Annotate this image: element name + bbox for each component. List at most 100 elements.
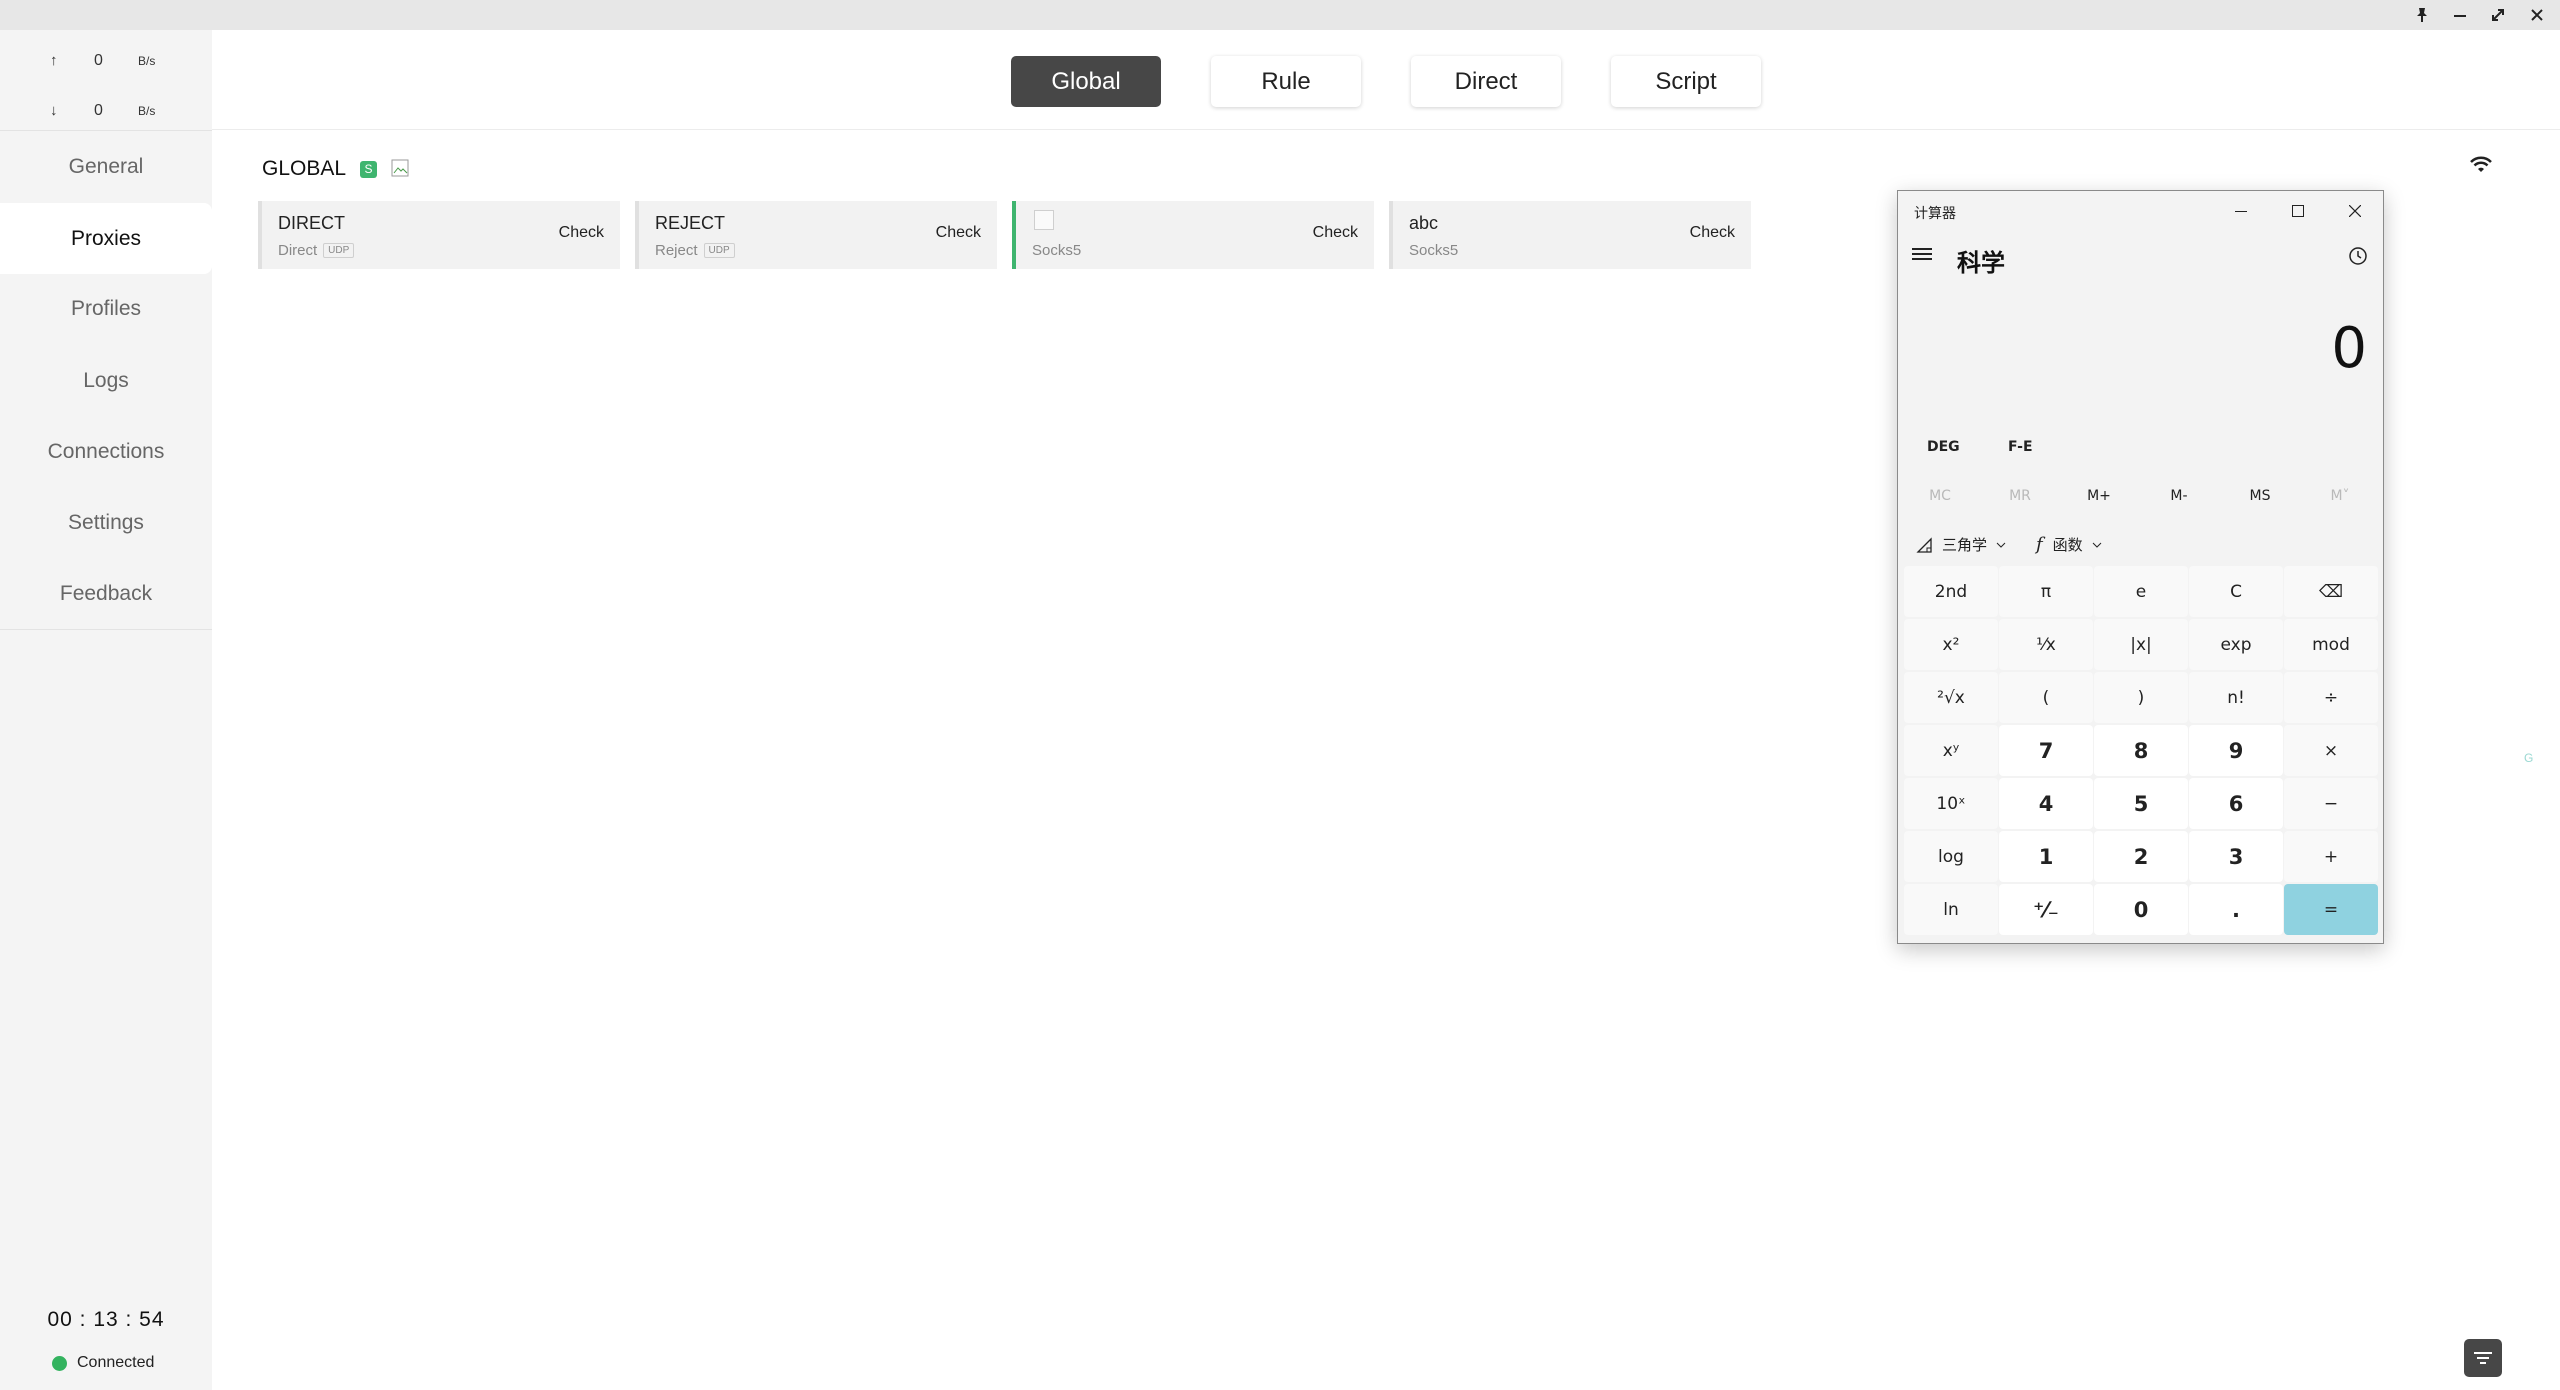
proxy-name: REJECT <box>655 213 726 233</box>
digit-6-button[interactable]: 6 <box>2189 778 2283 829</box>
sidebar-item-profiles[interactable]: Profiles <box>0 273 212 344</box>
filter-icon <box>2474 1352 2492 1364</box>
power-button[interactable]: xʸ <box>1904 725 1998 776</box>
factorial-button[interactable]: n! <box>2189 672 2283 723</box>
proxy-name: abc <box>1409 213 1439 233</box>
absolute-value-button[interactable]: |x| <box>2094 619 2188 670</box>
digit-3-button[interactable]: 3 <box>2189 831 2283 882</box>
second-function-button[interactable]: 2nd <box>1904 566 1998 617</box>
open-paren-button[interactable]: ( <box>1999 672 2093 723</box>
sidebar-item-connections[interactable]: Connections <box>0 416 212 487</box>
check-latency-button[interactable]: Check <box>936 224 981 242</box>
pin-icon[interactable] <box>2403 0 2441 30</box>
sidebar-item-settings[interactable]: Settings <box>0 487 212 558</box>
digit-1-button[interactable]: 1 <box>1999 831 2093 882</box>
ten-power-button[interactable]: 10ˣ <box>1904 778 1998 829</box>
fe-toggle-button[interactable]: F-E <box>2008 439 2033 455</box>
check-latency-button[interactable]: Check <box>559 224 604 242</box>
mode-rule-button[interactable]: Rule <box>1211 56 1361 107</box>
check-latency-button[interactable]: Check <box>1690 224 1735 242</box>
hamburger-menu-icon[interactable] <box>1912 246 1932 266</box>
check-latency-button[interactable]: Check <box>1313 224 1358 242</box>
backspace-button[interactable]: ⌫ <box>2284 566 2378 617</box>
digit-4-button[interactable]: 4 <box>1999 778 2093 829</box>
side-letter: G <box>2524 751 2534 765</box>
upload-unit: B/s <box>138 54 156 68</box>
functions-dropdown[interactable]: f 函数 <box>2036 534 2103 555</box>
close-icon[interactable] <box>2518 0 2556 30</box>
memory-add-button[interactable]: M+ <box>2059 488 2139 504</box>
title-bar <box>0 0 2560 30</box>
minimize-icon[interactable] <box>2441 0 2479 30</box>
proxy-card-abc[interactable]: abc Socks5 Check <box>1389 201 1751 269</box>
calculator-window: 计算器 科学 0 DEG F-E MC MR M+ M- MS M˅ 三角学 f… <box>1897 190 2384 944</box>
upload-speed: ↑ 0 B/s <box>0 37 212 85</box>
square-root-button[interactable]: ²√x <box>1904 672 1998 723</box>
calc-maximize-icon[interactable] <box>2276 195 2320 227</box>
mode-script-button[interactable]: Script <box>1611 56 1761 107</box>
multiply-button[interactable]: × <box>2284 725 2378 776</box>
trigonometry-dropdown[interactable]: 三角学 <box>1916 534 2007 555</box>
digit-7-button[interactable]: 7 <box>1999 725 2093 776</box>
download-arrow-icon: ↓ <box>50 102 58 119</box>
close-paren-button[interactable]: ) <box>2094 672 2188 723</box>
proxy-card-reject[interactable]: REJECT Reject UDP Check <box>635 201 997 269</box>
sidebar: ↑ 0 B/s ↓ 0 B/s General Proxies Profiles… <box>0 30 212 1390</box>
sidebar-item-proxies[interactable]: Proxies <box>0 203 212 274</box>
triangle-ruler-icon <box>1916 536 1932 553</box>
exp-button[interactable]: exp <box>2189 619 2283 670</box>
digit-2-button[interactable]: 2 <box>2094 831 2188 882</box>
calculator-display: 0 <box>2331 316 2367 381</box>
mode-direct-button[interactable]: Direct <box>1411 56 1561 107</box>
proxy-card-unnamed-socks5[interactable]: Socks5 Check <box>1012 201 1374 269</box>
sidebar-item-feedback[interactable]: Feedback <box>0 558 212 629</box>
clear-button[interactable]: C <box>2189 566 2283 617</box>
udp-badge: UDP <box>323 243 355 258</box>
udp-badge: UDP <box>703 243 735 258</box>
download-value: 0 <box>94 102 103 119</box>
history-icon[interactable] <box>2348 246 2368 270</box>
proxy-type: Socks5 <box>1409 242 1459 259</box>
euler-button[interactable]: e <box>2094 566 2188 617</box>
calc-minimize-icon[interactable] <box>2219 195 2263 227</box>
memory-recall-button[interactable]: MR <box>1980 488 2060 504</box>
filter-button[interactable] <box>2464 1339 2502 1377</box>
proxy-name: DIRECT <box>278 213 345 233</box>
digit-8-button[interactable]: 8 <box>2094 725 2188 776</box>
chevron-down-icon <box>2092 542 2102 548</box>
memory-list-button[interactable]: M˅ <box>2300 488 2380 504</box>
upload-arrow-icon: ↑ <box>50 52 58 69</box>
decimal-point-button[interactable]: . <box>2189 884 2283 935</box>
sidebar-item-general[interactable]: General <box>0 131 212 202</box>
square-button[interactable]: x² <box>1904 619 1998 670</box>
wifi-icon[interactable] <box>2470 156 2492 179</box>
divider <box>0 629 212 630</box>
add-button[interactable]: + <box>2284 831 2378 882</box>
divide-button[interactable]: ÷ <box>2284 672 2378 723</box>
digit-0-button[interactable]: 0 <box>2094 884 2188 935</box>
maximize-icon[interactable] <box>2479 0 2517 30</box>
digit-9-button[interactable]: 9 <box>2189 725 2283 776</box>
chevron-down-icon <box>1996 542 2006 548</box>
sidebar-item-logs[interactable]: Logs <box>0 345 212 416</box>
mode-global-button[interactable]: Global <box>1011 56 1161 107</box>
subtract-button[interactable]: − <box>2284 778 2378 829</box>
proxy-card-direct[interactable]: DIRECT Direct UDP Check <box>258 201 620 269</box>
memory-subtract-button[interactable]: M- <box>2139 488 2219 504</box>
memory-clear-button[interactable]: MC <box>1900 488 1980 504</box>
mod-button[interactable]: mod <box>2284 619 2378 670</box>
broken-image-icon <box>391 159 411 179</box>
proxy-group-header: GLOBAL S <box>262 155 411 183</box>
upload-value: 0 <box>94 52 103 69</box>
proxy-group-title: GLOBAL <box>262 157 347 180</box>
calc-close-icon[interactable] <box>2333 195 2377 227</box>
equals-button[interactable]: = <box>2284 884 2378 935</box>
negate-button[interactable]: ⁺⁄₋ <box>1999 884 2093 935</box>
log-button[interactable]: log <box>1904 831 1998 882</box>
digit-5-button[interactable]: 5 <box>2094 778 2188 829</box>
memory-store-button[interactable]: MS <box>2220 488 2300 504</box>
reciprocal-button[interactable]: ¹⁄x <box>1999 619 2093 670</box>
pi-button[interactable]: π <box>1999 566 2093 617</box>
ln-button[interactable]: ln <box>1904 884 1998 935</box>
deg-toggle-button[interactable]: DEG <box>1927 439 1960 455</box>
